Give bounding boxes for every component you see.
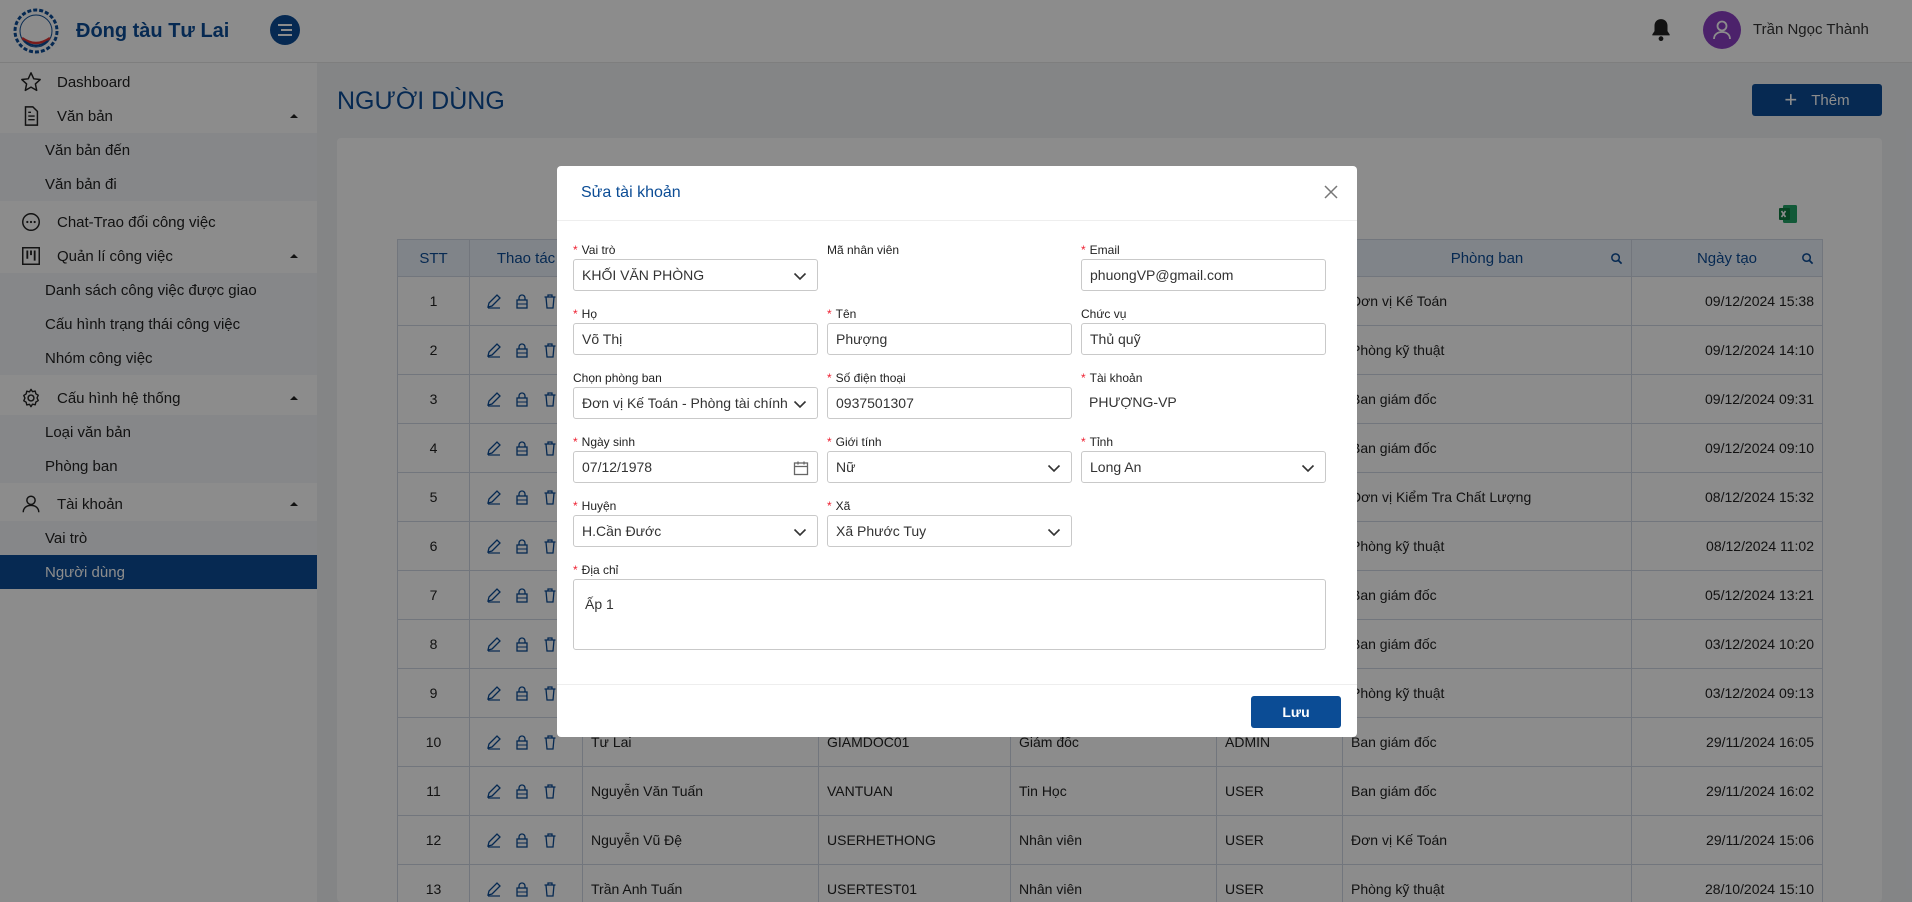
ten-value: Phượng (836, 331, 888, 347)
phone-value: 0937501307 (836, 395, 914, 411)
modal-footer-divider (557, 684, 1357, 685)
tinh-label: * Tỉnh (1081, 435, 1114, 449)
modal-title: Sửa tài khoản (581, 184, 681, 201)
gender-select[interactable]: Nữ (827, 451, 1072, 483)
vai-tro-select[interactable]: KHỐI VĂN PHÒNG (573, 259, 818, 291)
phong-ban-label: Chọn phòng ban (573, 371, 662, 385)
dia-chi-label-text: Địa chỉ (581, 563, 619, 577)
email-field[interactable]: phuongVP@gmail.com (1081, 259, 1326, 291)
huyen-label: * Huyện (573, 499, 617, 513)
birthdate-value: 07/12/1978 (582, 459, 653, 475)
chuc-vu-field[interactable]: Thủ quỹ (1081, 323, 1326, 355)
dia-chi-label: * Địa chỉ (573, 563, 619, 577)
chuc-vu-label: Chức vụ (1081, 307, 1127, 321)
vai-tro-label: * Vai trò (573, 243, 616, 257)
chevron-down-icon (1047, 528, 1061, 537)
modal-divider (557, 220, 1357, 221)
ma-nhan-vien-label: Mã nhân viên (827, 243, 900, 257)
sdt-label-text: Số điện thoại (835, 371, 906, 385)
email-value: phuongVP@gmail.com (1090, 267, 1234, 283)
ngay-sinh-label: * Ngày sinh (573, 435, 636, 449)
phone-field[interactable]: 0937501307 (827, 387, 1072, 419)
ho-field[interactable]: Võ Thị (573, 323, 818, 355)
sdt-label: * Số điện thoại (827, 371, 906, 385)
calendar-icon (793, 461, 809, 476)
ho-label: * Họ (573, 307, 598, 321)
close-icon[interactable] (1322, 183, 1340, 201)
tai-khoan-label-text: Tài khoản (1089, 371, 1143, 385)
district-value: H.Cần Đước (582, 523, 662, 539)
email-label-text: Email (1089, 243, 1120, 257)
ho-value: Võ Thị (582, 331, 623, 347)
ward-value: Xã Phước Tuy (836, 523, 927, 539)
ten-field[interactable]: Phượng (827, 323, 1072, 355)
email-label: * Email (1081, 243, 1120, 257)
chuc-vu-value: Thủ quỹ (1090, 331, 1141, 347)
phong-ban-value: Đơn vị Kế Toán - Phòng tài chính (582, 395, 788, 411)
province-value: Long An (1090, 459, 1142, 475)
ten-label: * Tên (827, 307, 857, 321)
tinh-label-text: Tỉnh (1089, 435, 1114, 449)
ward-select[interactable]: Xã Phước Tuy (827, 515, 1072, 547)
xa-label: * Xã (827, 499, 851, 513)
birthdate-picker[interactable]: 07/12/1978 (573, 451, 818, 483)
account-value: PHƯỢNG-VP (1089, 394, 1177, 410)
chevron-down-icon (1047, 464, 1061, 473)
chevron-down-icon (793, 272, 807, 281)
phong-ban-select[interactable]: Đơn vị Kế Toán - Phòng tài chính (573, 387, 818, 419)
ngay-sinh-label-text: Ngày sinh (581, 435, 636, 449)
ho-label-text: Họ (581, 307, 598, 321)
address-value: Ấp 1 (585, 596, 614, 612)
huyen-label-text: Huyện (581, 499, 617, 513)
address-textarea[interactable]: Ấp 1 (573, 579, 1326, 650)
gender-value: Nữ (836, 459, 856, 475)
chevron-down-icon (793, 528, 807, 537)
edit-account-modal: Sửa tài khoản * Vai trò KHỐI VĂN PHÒNG Mã… (557, 166, 1357, 737)
gioi-tinh-label: * Giới tính (827, 435, 882, 449)
tai-khoan-label: * Tài khoản (1081, 371, 1143, 385)
xa-label-text: Xã (835, 499, 851, 513)
ten-label-text: Tên (835, 307, 857, 321)
vai-tro-label-text: Vai trò (581, 243, 616, 257)
chevron-down-icon (1301, 464, 1315, 473)
gioi-tinh-label-text: Giới tính (835, 435, 882, 449)
vai-tro-value: KHỐI VĂN PHÒNG (582, 267, 705, 283)
save-button[interactable]: Lưu (1251, 696, 1341, 728)
province-select[interactable]: Long An (1081, 451, 1326, 483)
chevron-down-icon (793, 400, 807, 409)
district-select[interactable]: H.Cần Đước (573, 515, 818, 547)
